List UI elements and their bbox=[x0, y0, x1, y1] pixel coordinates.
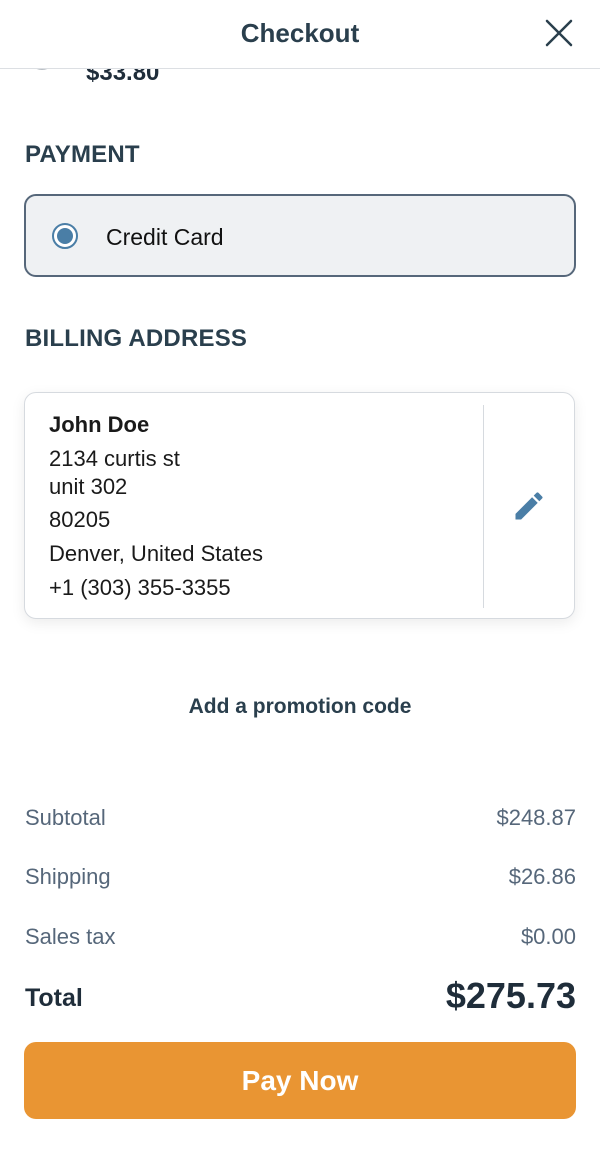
payment-option-label: Credit Card bbox=[106, 224, 224, 250]
pencil-icon bbox=[515, 492, 543, 520]
payment-option-credit-card[interactable]: Credit Card bbox=[24, 194, 576, 277]
address-line-street: 2134 curtis st bbox=[49, 446, 180, 471]
address-line-zip: 80205 bbox=[49, 507, 111, 532]
page-title: Checkout bbox=[240, 18, 360, 48]
payment-heading: PAYMENT bbox=[25, 141, 140, 168]
subtotal-label: Subtotal bbox=[25, 805, 106, 830]
billing-address-card: John Doe 2134 curtis st unit 302 80205 D… bbox=[24, 392, 575, 619]
shipping-label: Shipping bbox=[25, 864, 111, 889]
tax-label: Sales tax bbox=[25, 924, 116, 949]
close-button[interactable] bbox=[544, 18, 574, 48]
subtotal-value: $248.87 bbox=[496, 805, 576, 830]
total-label: Total bbox=[25, 984, 83, 1012]
close-icon bbox=[545, 19, 573, 47]
header-bar: Checkout bbox=[0, 0, 600, 69]
edit-address-button[interactable] bbox=[511, 488, 547, 524]
shipping-value: $26.86 bbox=[508, 864, 576, 889]
total-value: $275.73 bbox=[445, 975, 576, 1016]
card-divider bbox=[483, 405, 484, 608]
address-line-city: Denver, United States bbox=[49, 541, 264, 566]
address-line-phone: +1 (303) 355-3355 bbox=[49, 575, 231, 600]
promo-code-link[interactable]: Add a promotion code bbox=[0, 695, 600, 719]
billing-heading: BILLING ADDRESS bbox=[25, 325, 248, 352]
address-line-unit: unit 302 bbox=[49, 474, 128, 499]
pay-now-button[interactable]: Pay Now bbox=[24, 1042, 576, 1119]
tax-value: $0.00 bbox=[520, 924, 576, 949]
address-name: John Doe bbox=[49, 412, 150, 437]
payment-radio-selected[interactable] bbox=[52, 223, 78, 249]
